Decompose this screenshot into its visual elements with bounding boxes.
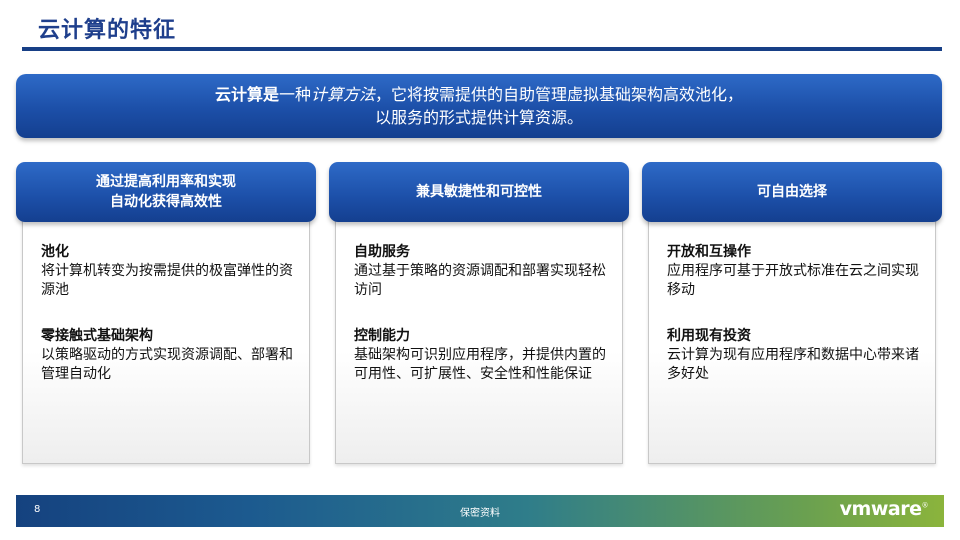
definition-line-2: 以服务的形式提供计算资源。: [374, 108, 583, 127]
vmware-logo: vmware®: [839, 498, 929, 520]
column-header: 兼具敏捷性和可控性: [329, 162, 629, 222]
column-header: 通过提高利用率和实现 自动化获得高效性: [16, 162, 316, 222]
logo-registered-mark: ®: [921, 501, 929, 510]
feature-text: 通过基于策略的资源调配和部署实现轻松访问: [354, 263, 606, 298]
feature-heading: 控制能力: [354, 328, 410, 344]
column-header: 可自由选择: [642, 162, 942, 222]
column-header-text: 通过提高利用率和实现 自动化获得高效性: [96, 174, 236, 210]
column-body: 开放和互操作 应用程序可基于开放式标准在云之间实现移动 利用现有投资 云计算为现…: [648, 214, 936, 464]
feature-text: 云计算为现有应用程序和数据中心带来诸多好处: [667, 347, 919, 382]
feature-text: 以策略驱动的方式实现资源调配、部署和管理自动化: [41, 347, 293, 382]
feature-section: 零接触式基础架构 以策略驱动的方式实现资源调配、部署和管理自动化: [41, 327, 301, 384]
column-body: 自助服务 通过基于策略的资源调配和部署实现轻松访问 控制能力 基础架构可识别应用…: [335, 214, 623, 464]
feature-heading: 零接触式基础架构: [41, 328, 153, 344]
definition-bold: 云计算是: [214, 85, 279, 104]
title-divider: [22, 47, 942, 51]
feature-section: 开放和互操作 应用程序可基于开放式标准在云之间实现移动: [667, 243, 927, 300]
feature-heading: 利用现有投资: [667, 328, 751, 344]
column-header-text: 兼具敏捷性和可控性: [416, 184, 542, 200]
feature-heading: 开放和互操作: [667, 244, 751, 260]
logo-text: vmware: [839, 498, 922, 520]
confidential-label: 保密资料: [460, 508, 500, 519]
definition-plain-2: ，它将按需提供的自助管理虚拟基础架构高效池化，: [375, 85, 744, 104]
feature-heading: 自助服务: [354, 244, 410, 260]
definition-line-1: 云计算是一种计算方法，它将按需提供的自助管理虚拟基础架构高效池化，: [16, 83, 942, 106]
column-header-text: 可自由选择: [757, 184, 827, 200]
feature-section: 控制能力 基础架构可识别应用程序，并提供内置的可用性、可扩展性、安全性和性能保证: [354, 327, 614, 384]
definition-plain-1: 一种: [278, 85, 311, 104]
footer-bar: 8 保密资料 vmware®: [16, 495, 944, 527]
feature-text: 将计算机转变为按需提供的极富弹性的资源池: [41, 263, 293, 298]
feature-section: 池化 将计算机转变为按需提供的极富弹性的资源池: [41, 243, 301, 300]
slide-title: 云计算的特征: [38, 18, 177, 43]
feature-section: 自助服务 通过基于策略的资源调配和部署实现轻松访问: [354, 243, 614, 300]
feature-text: 应用程序可基于开放式标准在云之间实现移动: [667, 263, 919, 298]
definition-banner: 云计算是一种计算方法，它将按需提供的自助管理虚拟基础架构高效池化， 以服务的形式…: [16, 74, 942, 138]
feature-heading: 池化: [41, 244, 69, 260]
column-body: 池化 将计算机转变为按需提供的极富弹性的资源池 零接触式基础架构 以策略驱动的方…: [22, 214, 310, 464]
definition-italic: 计算方法: [311, 85, 376, 104]
feature-section: 利用现有投资 云计算为现有应用程序和数据中心带来诸多好处: [667, 327, 927, 384]
feature-text: 基础架构可识别应用程序，并提供内置的可用性、可扩展性、安全性和性能保证: [354, 347, 606, 382]
